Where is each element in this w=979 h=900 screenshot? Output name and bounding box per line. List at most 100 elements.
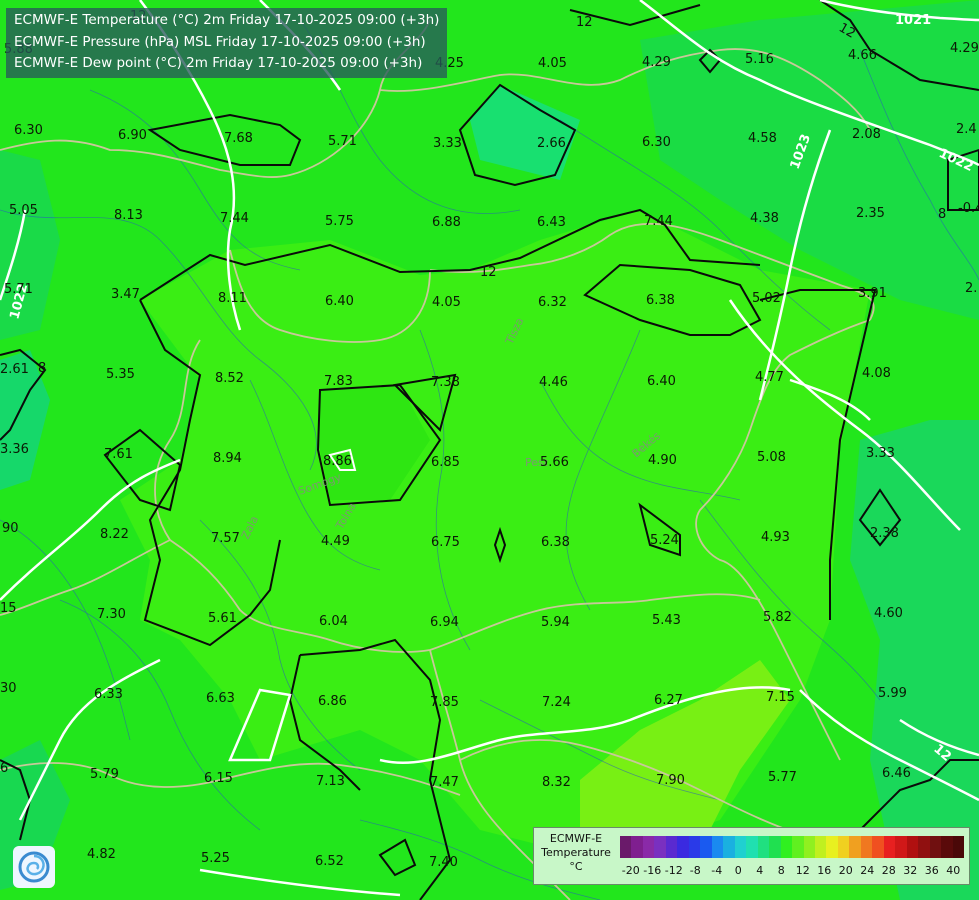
point-value: 4.82 [87,847,116,862]
header-pressure-line: ECMWF-E Pressure (hPa) MSL Friday 17-10-… [14,33,426,50]
point-value: 6.33 [94,687,123,702]
legend-swatch [700,836,712,858]
legend-swatch [895,836,907,858]
legend-swatch [792,836,804,858]
point-value: 6.90 [118,128,147,143]
point-value: 5.08 [757,450,786,465]
point-value: 4.49 [321,534,350,549]
point-value: 3.91 [858,286,887,301]
point-value: 8.11 [218,291,247,306]
legend-swatch [803,836,815,858]
legend-swatch [723,836,735,858]
legend-tick-label: 12 [795,864,810,877]
header-temperature-line: ECMWF-E Temperature (°C) 2m Friday 17-10… [14,12,440,28]
point-value: 6.40 [647,374,676,389]
point-value: 4.29 [642,55,671,70]
point-value: 6.85 [431,455,460,470]
header-dewpoint-line: ECMWF-E Dew point (°C) 2m Friday 17-10-2… [14,55,423,71]
legend-swatch [665,836,678,858]
point-value: 7.40 [429,855,458,870]
point-value: 7.57 [211,531,240,546]
point-value: 8.13 [114,208,143,223]
point-value: 6 [0,761,8,776]
isobar-label: 1021 [895,13,931,28]
point-value: 7.15 [766,690,795,705]
point-value: 90 [2,521,19,536]
point-value: 7.24 [542,695,571,710]
point-value: 5.02 [752,291,781,306]
legend-tick-label: 32 [903,864,918,877]
legend-swatch [734,836,747,858]
point-value: 3.47 [111,287,140,302]
legend-swatch [631,836,643,858]
point-value: 8.32 [542,775,571,790]
legend-swatch [837,836,850,858]
point-value: 2.08 [852,127,881,142]
legend-tick-label: 16 [817,864,832,877]
legend-tick-label: 24 [860,864,875,877]
point-value: 5.24 [650,533,679,548]
point-value: 5.66 [540,455,569,470]
point-value: 2.61 [0,362,29,377]
point-value: 6.38 [541,535,570,550]
legend-swatch [769,836,781,858]
point-value: 4.77 [755,370,784,385]
point-value: 5.94 [541,615,570,630]
point-value: 4.08 [862,366,891,381]
point-value: 7.90 [656,773,685,788]
contour-label: 8 [38,361,46,376]
point-value: 5.61 [208,611,237,626]
point-value: 6.43 [537,215,566,230]
point-value: 8.94 [213,451,242,466]
point-value: 6.38 [646,293,675,308]
legend-swatch [814,836,827,858]
point-value: 6.94 [430,615,459,630]
legend-swatch [883,836,896,858]
point-value: 4.58 [748,131,777,146]
point-value: 5.16 [745,52,774,67]
legend-tick-label: 28 [881,864,896,877]
legend-tick-label: -8 [689,864,701,877]
point-value: 4.38 [750,211,779,226]
point-value: 8.52 [215,371,244,386]
legend-tick-label: 4 [756,864,764,877]
point-value: 6.30 [642,135,671,150]
legend-title: ECMWF-E Temperature °C [538,832,614,874]
point-value: 4.05 [432,295,461,310]
legend-swatch [826,836,838,858]
ecmwf-logo-icon [13,846,55,888]
legend-tick-label: 36 [924,864,939,877]
legend-swatch [906,836,919,858]
legend-swatch [941,836,953,858]
legend-swatch [688,836,701,858]
legend-swatch [929,836,942,858]
legend-swatch [860,836,873,858]
point-value: 6.46 [882,766,911,781]
point-value: 7.61 [104,447,133,462]
map-header: ECMWF-E Temperature (°C) 2m Friday 17-10… [6,8,448,78]
point-value: 6.04 [319,614,348,629]
point-value: 6.32 [538,295,567,310]
legend-tick-label: 40 [946,864,961,877]
point-value: 7.83 [324,374,353,389]
legend-swatch [711,836,724,858]
point-value: 4.46 [539,375,568,390]
point-value: 6.86 [318,694,347,709]
point-value: 5.77 [768,770,797,785]
legend-swatch [757,836,770,858]
point-value: 4.60 [874,606,903,621]
point-value: 5.71 [4,282,33,297]
point-value: 6.52 [315,854,344,869]
point-value: 4.93 [761,530,790,545]
point-value: 6.15 [204,771,233,786]
legend-swatch [849,836,861,858]
point-value: 4.66 [848,48,877,63]
legend-tick-label: 8 [777,864,785,877]
point-value: 4.29 [950,41,979,56]
point-value: 2. [965,281,977,296]
legend-tick-label: 0 [734,864,742,877]
legend-tick-label: -12 [664,864,683,877]
point-value: 7.44 [220,211,249,226]
point-value: 7.30 [97,607,126,622]
point-value: 5.71 [328,134,357,149]
